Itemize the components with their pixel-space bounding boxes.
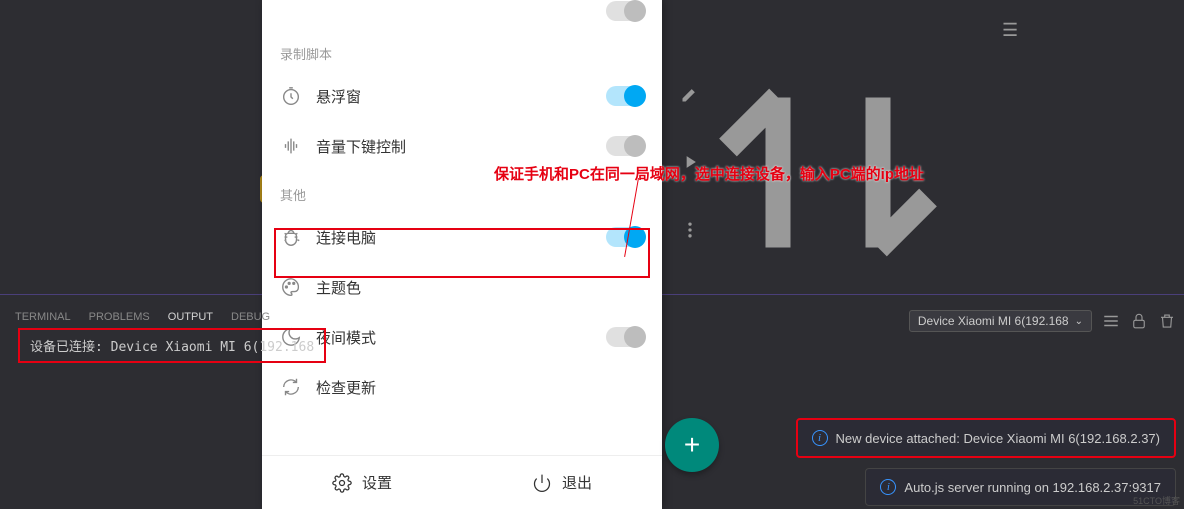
panel-item-theme-color[interactable]: 主题色 xyxy=(262,262,662,312)
more-icon[interactable] xyxy=(680,220,700,240)
list-icon[interactable]: ☰ xyxy=(1002,20,1018,325)
chevron-down-icon: ⌄ xyxy=(1075,316,1083,327)
power-icon xyxy=(532,473,552,493)
info-icon: i xyxy=(880,479,896,495)
notification-attached-text: New device attached: Device Xiaomi MI 6(… xyxy=(836,431,1160,446)
connect-pc-label: 连接电脑 xyxy=(316,227,592,248)
panel-item-check-update[interactable]: 检查更新 xyxy=(262,362,662,412)
night-mode-label: 夜间模式 xyxy=(316,327,592,348)
toggle-truncated[interactable] xyxy=(606,1,644,21)
volume-control-label: 音量下键控制 xyxy=(316,136,592,157)
check-update-label: 检查更新 xyxy=(316,377,644,398)
annotation-text: 保证手机和PC在同一局域网，选中连接设备，输入PC端的ip地址 xyxy=(494,163,924,184)
footer-settings-button[interactable]: 设置 xyxy=(262,456,462,509)
lock-icon[interactable] xyxy=(1130,312,1148,330)
ide-output-line: 设备已连接: Device Xiaomi MI 6(192.168 xyxy=(18,328,326,363)
plus-icon: + xyxy=(684,429,700,461)
device-dropdown-label: Device Xiaomi MI 6(192.168 xyxy=(918,314,1069,328)
footer-settings-label: 设置 xyxy=(362,472,392,493)
toggle-night-mode[interactable] xyxy=(606,327,644,347)
notification-server-running[interactable]: i Auto.js server running on 192.168.2.37… xyxy=(865,468,1176,506)
tab-output[interactable]: OUTPUT xyxy=(168,311,213,323)
fab-add-button[interactable]: + xyxy=(665,418,719,472)
watermark: 51CTO博客 xyxy=(1133,494,1180,507)
footer-exit-label: 退出 xyxy=(562,472,592,493)
notification-device-attached[interactable]: i New device attached: Device Xiaomi MI … xyxy=(796,418,1176,458)
sound-icon xyxy=(280,135,302,157)
theme-color-label: 主题色 xyxy=(316,277,644,298)
tab-debug[interactable]: DEBUG xyxy=(231,311,270,323)
info-icon: i xyxy=(812,430,828,446)
device-dropdown[interactable]: Device Xiaomi MI 6(192.168 ⌄ xyxy=(909,310,1092,332)
phone-settings-panel: 录制脚本 悬浮窗 音量下键控制 其他 连接电脑 主题色 夜间模式 检查更新 设置 xyxy=(262,0,662,509)
notification-server-text: Auto.js server running on 192.168.2.37:9… xyxy=(904,480,1161,495)
palette-icon xyxy=(280,276,302,298)
toggle-volume-control[interactable] xyxy=(606,136,644,156)
bug-icon xyxy=(280,226,302,248)
edit-icon[interactable] xyxy=(680,84,700,104)
toggle-floating-window[interactable] xyxy=(606,86,644,106)
menu-icon xyxy=(280,0,302,22)
panel-item-truncated[interactable] xyxy=(262,0,662,30)
refresh-icon xyxy=(280,376,302,398)
panel-item-floating-window[interactable]: 悬浮窗 xyxy=(262,71,662,121)
trash-icon[interactable] xyxy=(1158,312,1176,330)
ide-panel-tabs: TERMINAL PROBLEMS OUTPUT DEBUG xyxy=(15,311,270,323)
footer-exit-button[interactable]: 退出 xyxy=(462,456,662,509)
tab-terminal[interactable]: TERMINAL xyxy=(15,311,71,323)
panel-item-connect-pc[interactable]: 连接电脑 xyxy=(262,212,662,262)
doc-side-toolbar xyxy=(680,60,700,240)
gear-icon xyxy=(332,473,352,493)
panel-footer: 设置 退出 xyxy=(262,455,662,509)
section-record: 录制脚本 xyxy=(262,30,662,71)
timer-icon xyxy=(280,85,302,107)
status-bar-right: Device Xiaomi MI 6(192.168 ⌄ xyxy=(909,310,1176,332)
list-view-icon[interactable] xyxy=(1102,312,1120,330)
tab-problems[interactable]: PROBLEMS xyxy=(89,311,150,323)
toggle-connect-pc[interactable] xyxy=(606,227,644,247)
floating-window-label: 悬浮窗 xyxy=(316,86,592,107)
